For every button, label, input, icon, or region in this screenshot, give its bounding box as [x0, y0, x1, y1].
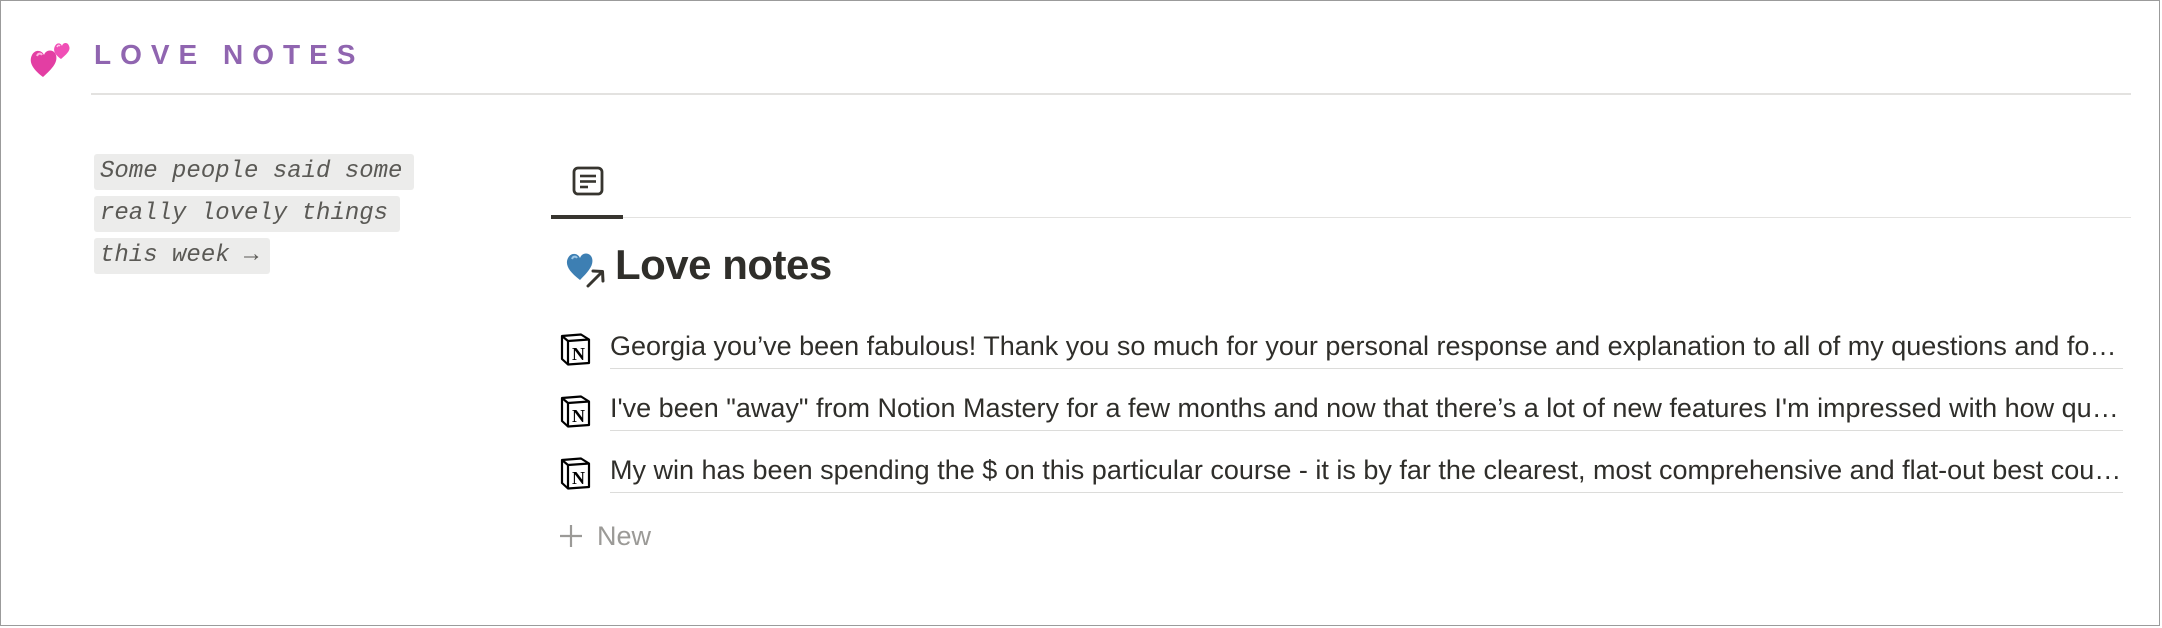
tab-table-view[interactable]	[551, 159, 623, 217]
new-item-label: New	[597, 520, 652, 551]
list-item[interactable]: N I've been "away" from Notion Mastery f…	[557, 389, 2123, 451]
svg-text:N: N	[572, 344, 585, 364]
blue-heart-linked-icon	[564, 246, 606, 288]
list-item[interactable]: N Georgia you’ve been fabulous! Thank yo…	[557, 327, 2123, 389]
two-hearts-icon	[29, 37, 73, 79]
active-tab-indicator	[551, 215, 623, 219]
notion-logo-icon: N	[559, 332, 591, 366]
page-frame: LOVE NOTES Some people said some really …	[0, 0, 2160, 626]
callout-line: Some people said some	[94, 154, 415, 190]
view-title: Love notes	[615, 241, 832, 288]
new-item-button[interactable]: New	[557, 516, 651, 556]
page-title: LOVE NOTES	[94, 39, 365, 70]
svg-text:N: N	[572, 406, 585, 426]
notion-logo-icon: N	[559, 456, 591, 490]
plus-icon	[560, 525, 582, 547]
list-item-title[interactable]: Georgia you’ve been fabulous! Thank you …	[610, 331, 2123, 369]
header-divider	[91, 93, 2131, 95]
table-view-icon	[572, 166, 604, 196]
notion-logo-icon: N	[559, 394, 591, 428]
list-item-title[interactable]: My win has been spending the $ on this p…	[610, 455, 2123, 493]
callout-text: Some people said some really lovely thin…	[94, 151, 454, 277]
notes-list: N Georgia you’ve been fabulous! Thank yo…	[557, 327, 2123, 513]
list-item[interactable]: N My win has been spending the $ on this…	[557, 451, 2123, 513]
tab-bar-divider	[551, 217, 2131, 218]
list-item-title[interactable]: I've been "away" from Notion Mastery for…	[610, 393, 2123, 431]
svg-text:N: N	[572, 468, 585, 488]
callout-line: this week →	[94, 238, 271, 274]
callout-line: really lovely things	[94, 196, 401, 232]
